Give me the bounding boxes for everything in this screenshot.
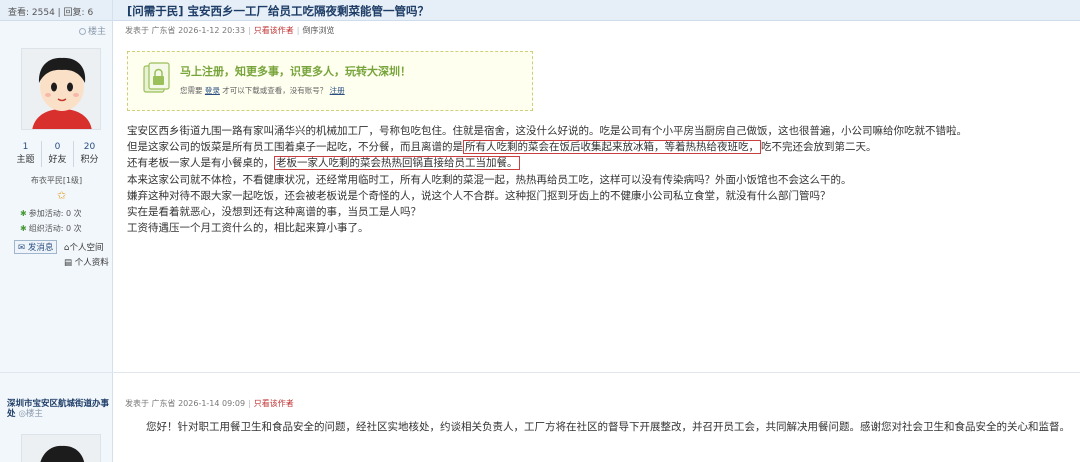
send-message-label: 发消息	[27, 243, 54, 253]
register-link[interactable]: 注册	[330, 86, 345, 95]
reply-avatar-icon	[22, 435, 100, 462]
activity-organized-text: 组织活动: 0 次	[28, 224, 82, 233]
highlighted-text: 所有人吃剩的菜会在饭后收集起来放冰箱，等着热热给夜班吃，	[463, 140, 761, 155]
count-topics-label: 主题	[16, 155, 35, 165]
activity-joined-text: 参加活动: 0 次	[28, 209, 82, 218]
count-topics[interactable]: 1 主题	[10, 141, 42, 167]
count-friends-value: 0	[54, 142, 61, 152]
reply-date: 发表于 广东省 2026-1-14 09:09	[125, 399, 246, 408]
reply-avatar[interactable]	[21, 434, 101, 462]
profile-label: 个人资料	[74, 258, 109, 268]
activity-organized: ✱ 组织活动: 0 次	[20, 223, 82, 234]
user-counts: 1 主题 0 好友 20 积分	[10, 141, 105, 167]
count-points-label: 积分	[80, 155, 99, 165]
notice-subtext: 您需要 登录 才可以下载或查看，没有账号？ 注册	[180, 85, 345, 96]
send-message-button[interactable]: ✉ 发消息	[14, 240, 58, 254]
thread-title[interactable]: [问需于民] 宝安西乡一工厂给员工吃隔夜剩菜能管一管吗？	[127, 4, 429, 18]
post-date: 发表于 广东省 2026-1-12 20:33	[125, 26, 246, 35]
activity-icon: ✱	[20, 209, 27, 218]
rank-star-icon: ✩	[57, 189, 67, 202]
lz-label: 楼主	[87, 27, 106, 37]
post-paragraph: 工资待遇压一个月工资什么的，相比起来算小事了。	[127, 222, 369, 235]
post-paragraph: 本来这家公司就不体检，不看健康状况，还经常用临时工，所有人吃剩的菜混一起，热热再…	[127, 173, 852, 186]
only-author-link[interactable]: 只看该作者	[254, 26, 294, 35]
paragraph-text: 还有老板一家人是有小餐桌的，	[127, 157, 274, 170]
message-icon: ✉	[18, 243, 26, 253]
reply-content: 您好！针对职工用餐卫生和食品安全的问题，经社区实地核处，约谈相关负责人，工厂方将…	[146, 421, 1070, 433]
avatar[interactable]	[21, 48, 101, 130]
paragraph-text: 但是这家公司的饭菜是所有员工围着桌子一起吃，不分餐，而且离谱的是	[127, 141, 463, 154]
login-link[interactable]: 登录	[205, 86, 220, 95]
reply-lz-label: 楼主	[25, 409, 43, 419]
count-topics-value: 1	[22, 142, 29, 152]
locked-document-icon	[143, 62, 170, 93]
notice-sub-before: 您需要	[180, 86, 203, 95]
count-friends[interactable]: 0 好友	[42, 141, 74, 167]
personal-space-label: 个人空间	[69, 243, 104, 253]
profile-icon: ▤	[64, 258, 73, 268]
thread-main: [问需于民] 宝安西乡一工厂给员工吃隔夜剩菜能管一管吗？ 发表于 广东省 202…	[113, 0, 1080, 462]
lz-indicator[interactable]: 楼主	[0, 21, 112, 37]
reverse-order-link[interactable]: 倒序浏览	[303, 26, 335, 35]
highlighted-text: 老板一家人吃剩的菜会热热回锅直接给员工当加餐。	[274, 156, 520, 171]
reply-meta: 发表于 广东省 2026-1-14 09:09 | 只看该作者	[125, 399, 294, 408]
activity-icon: ✱	[20, 224, 27, 233]
post-meta: 发表于 广东省 2026-1-12 20:33 | 只看该作者 | 倒序浏览	[125, 26, 335, 35]
post-paragraph: 宝安区西乡街道九围一路有家叫涌华兴的机械加工厂，号称包吃包住。住就是宿舍，这没什…	[127, 125, 967, 137]
thread-title-bar: [问需于民] 宝安西乡一工厂给员工吃隔夜剩菜能管一管吗？	[113, 0, 1080, 21]
post-paragraph: 实在是看着就恶心，没想到还有这种离谱的事，当员工是人吗？	[127, 206, 421, 219]
user-rank[interactable]: 布衣平民[1级]	[0, 175, 113, 186]
reply-only-author-link[interactable]: 只看该作者	[254, 399, 294, 408]
personal-space-link[interactable]: ⌂个人空间	[64, 243, 103, 253]
count-points[interactable]: 20 积分	[74, 141, 105, 167]
avatar-cartoon-icon	[22, 49, 100, 129]
post-content: 宝安区西乡街道九围一路有家叫涌华兴的机械加工厂，号称包吃包住。住就是宿舍，这没什…	[127, 123, 1067, 236]
thread-stats-text: 查看: 2554 | 回复: 6	[8, 8, 94, 18]
notice-headline: 马上注册，知更多事，识更多人，玩转大深圳！	[180, 65, 411, 78]
thread-stats: 查看: 2554 | 回复: 6	[0, 0, 112, 21]
user-actions: ✉ 发消息 ⌂个人空间	[14, 240, 103, 254]
reply-lz-indicator[interactable]: ◎楼主	[18, 409, 42, 419]
post-paragraph: 但是这家公司的饭菜是所有员工围着桌子一起吃，不分餐，而且离谱的是 所有人吃剩的菜会…	[127, 139, 1067, 155]
poster-sidebar: 查看: 2554 | 回复: 6 楼主 1 主题 0 好友 20 积分 布衣平民…	[0, 0, 113, 462]
activity-joined: ✱ 参加活动: 0 次	[20, 208, 82, 219]
post-paragraph: 嫌弃这种对待不跟大家一起吃饭，还会被老板说是个奇怪的人，说这个人不合群。这种抠门…	[127, 189, 831, 202]
paragraph-text: 吃不完还会放到第二天。	[761, 141, 877, 154]
reply-poster-name[interactable]: 深圳市宝安区航城街道办事处 ◎楼主	[7, 399, 113, 419]
register-notice: 马上注册，知更多事，识更多人，玩转大深圳！ 您需要 登录 才可以下载或查看，没有…	[127, 51, 533, 111]
count-friends-label: 好友	[48, 155, 67, 165]
lz-icon	[78, 28, 86, 35]
profile-link[interactable]: ▤ 个人资料	[64, 256, 109, 268]
count-points-value: 20	[83, 142, 96, 152]
post-paragraph: 还有老板一家人是有小餐桌的， 老板一家人吃剩的菜会热热回锅直接给员工当加餐。	[127, 155, 1067, 171]
notice-sub-middle: 才可以下载或查看，没有账号？	[222, 86, 328, 95]
post-divider	[0, 372, 1080, 373]
